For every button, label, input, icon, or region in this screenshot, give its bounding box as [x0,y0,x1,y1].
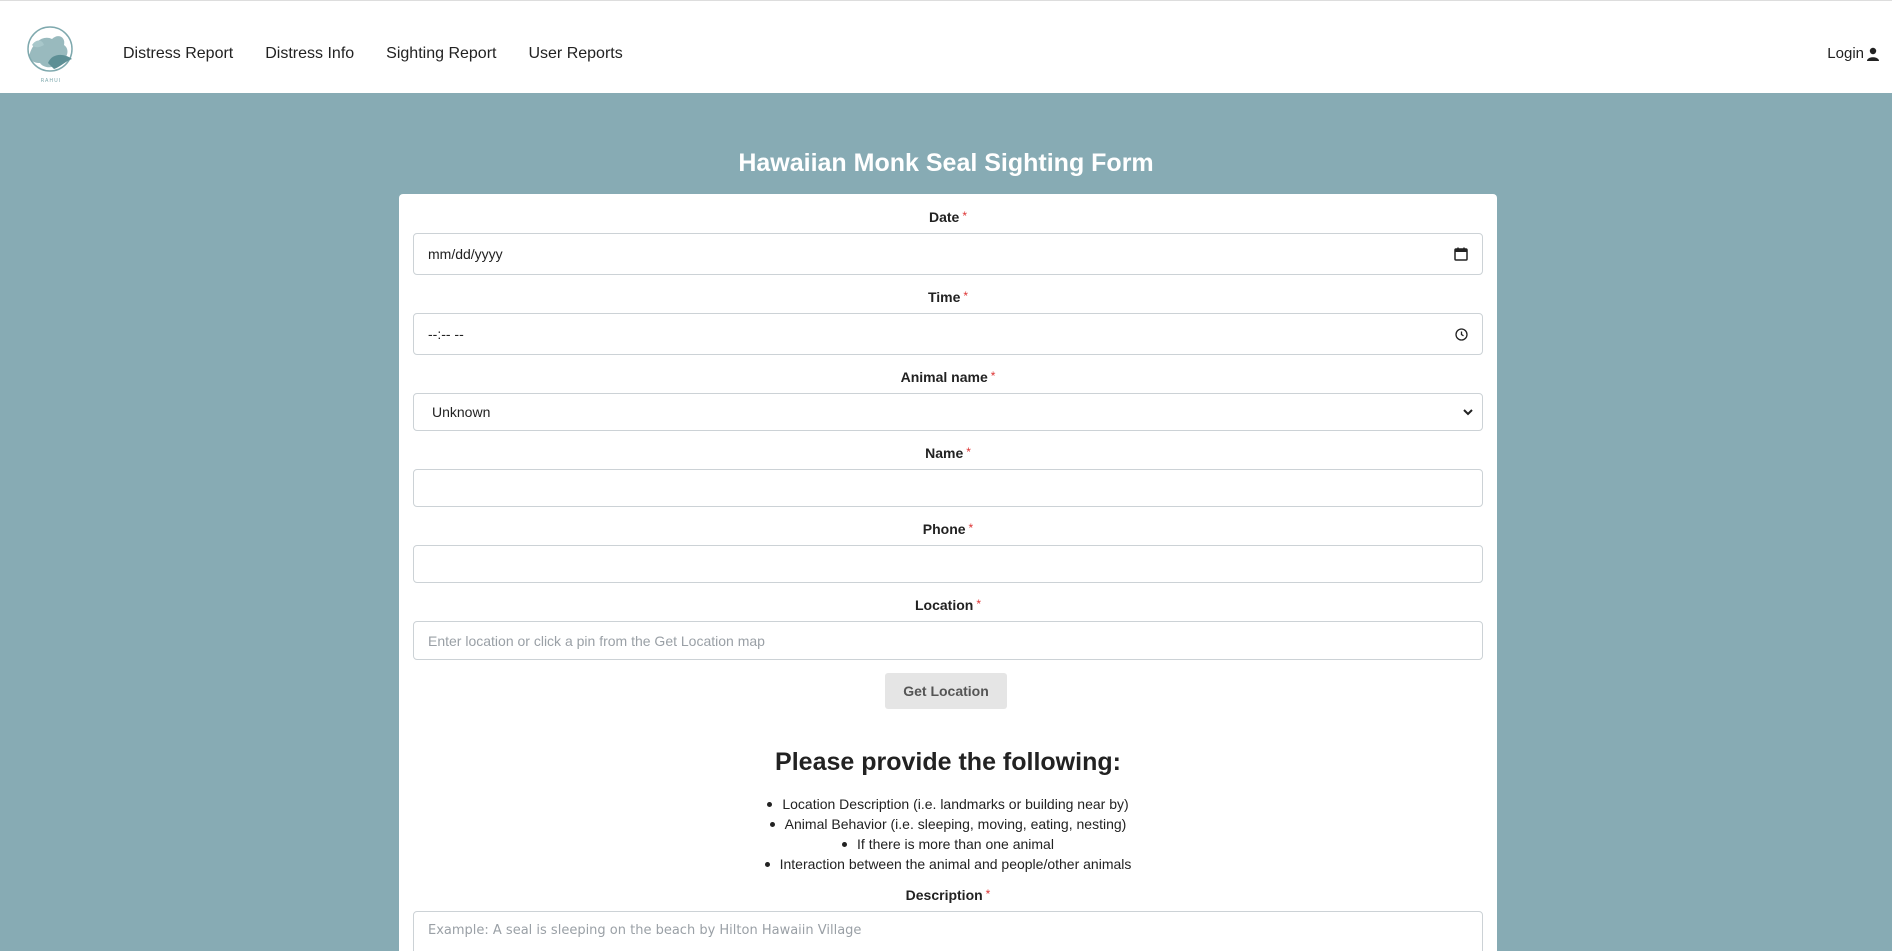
time-input[interactable]: --:-- -- [413,313,1483,355]
instructions-list: Location Description (i.e. landmarks or … [399,794,1497,874]
required-marker: * [985,887,991,901]
login-link[interactable]: Login [1827,45,1880,62]
list-item: Animal Behavior (i.e. sleeping, moving, … [399,814,1497,834]
required-marker: * [990,369,996,383]
list-item: Interaction between the animal and peopl… [399,854,1497,874]
required-marker: * [966,445,971,459]
location-input[interactable]: Enter location or click a pin from the G… [413,621,1483,660]
animal-name-label: Animal name * [900,369,996,385]
required-marker: * [963,289,969,303]
required-marker: * [976,597,981,611]
name-label: Name * [925,445,971,461]
date-label: Date * [928,209,968,225]
nav-user-reports[interactable]: User Reports [528,45,622,63]
phone-label: Phone * [922,521,974,537]
clock-icon[interactable] [1455,327,1468,341]
chevron-down-icon [1463,409,1473,416]
login-label: Login [1827,45,1864,62]
instructions-heading: Please provide the following: [775,748,1121,776]
calendar-icon[interactable] [1454,247,1468,261]
location-label: Location * [914,597,981,613]
description-label: Description * [905,887,991,903]
sighting-form-card: Date * mm/dd/yyyy Time * --:-- -- Animal n… [399,194,1497,951]
animal-name-select[interactable]: Unknown [413,393,1483,431]
user-icon [1867,47,1879,61]
time-label: Time * [927,289,969,305]
date-input[interactable]: mm/dd/yyyy [413,233,1483,275]
page-title: Hawaiian Monk Seal Sighting Form [738,149,1154,177]
name-input[interactable] [413,469,1483,507]
nav-distress-report[interactable]: Distress Report [123,45,233,63]
description-textarea[interactable]: Example: A seal is sleeping on the beach… [413,911,1483,951]
get-location-button[interactable]: Get Location [885,673,1007,709]
phone-input[interactable] [413,545,1483,583]
required-marker: * [962,209,968,223]
nav-links: Distress Report Distress Info Sighting R… [123,1,655,106]
nav-sighting-report[interactable]: Sighting Report [386,45,496,63]
required-marker: * [968,521,974,535]
nav-distress-info[interactable]: Distress Info [265,45,354,63]
list-item: If there is more than one animal [399,834,1497,854]
logo-icon[interactable]: RAHUI [20,23,82,85]
list-item: Location Description (i.e. landmarks or … [399,794,1497,814]
top-navbar: RAHUI Distress Report Distress Info Sigh… [0,0,1892,93]
svg-text:RAHUI: RAHUI [41,78,62,84]
